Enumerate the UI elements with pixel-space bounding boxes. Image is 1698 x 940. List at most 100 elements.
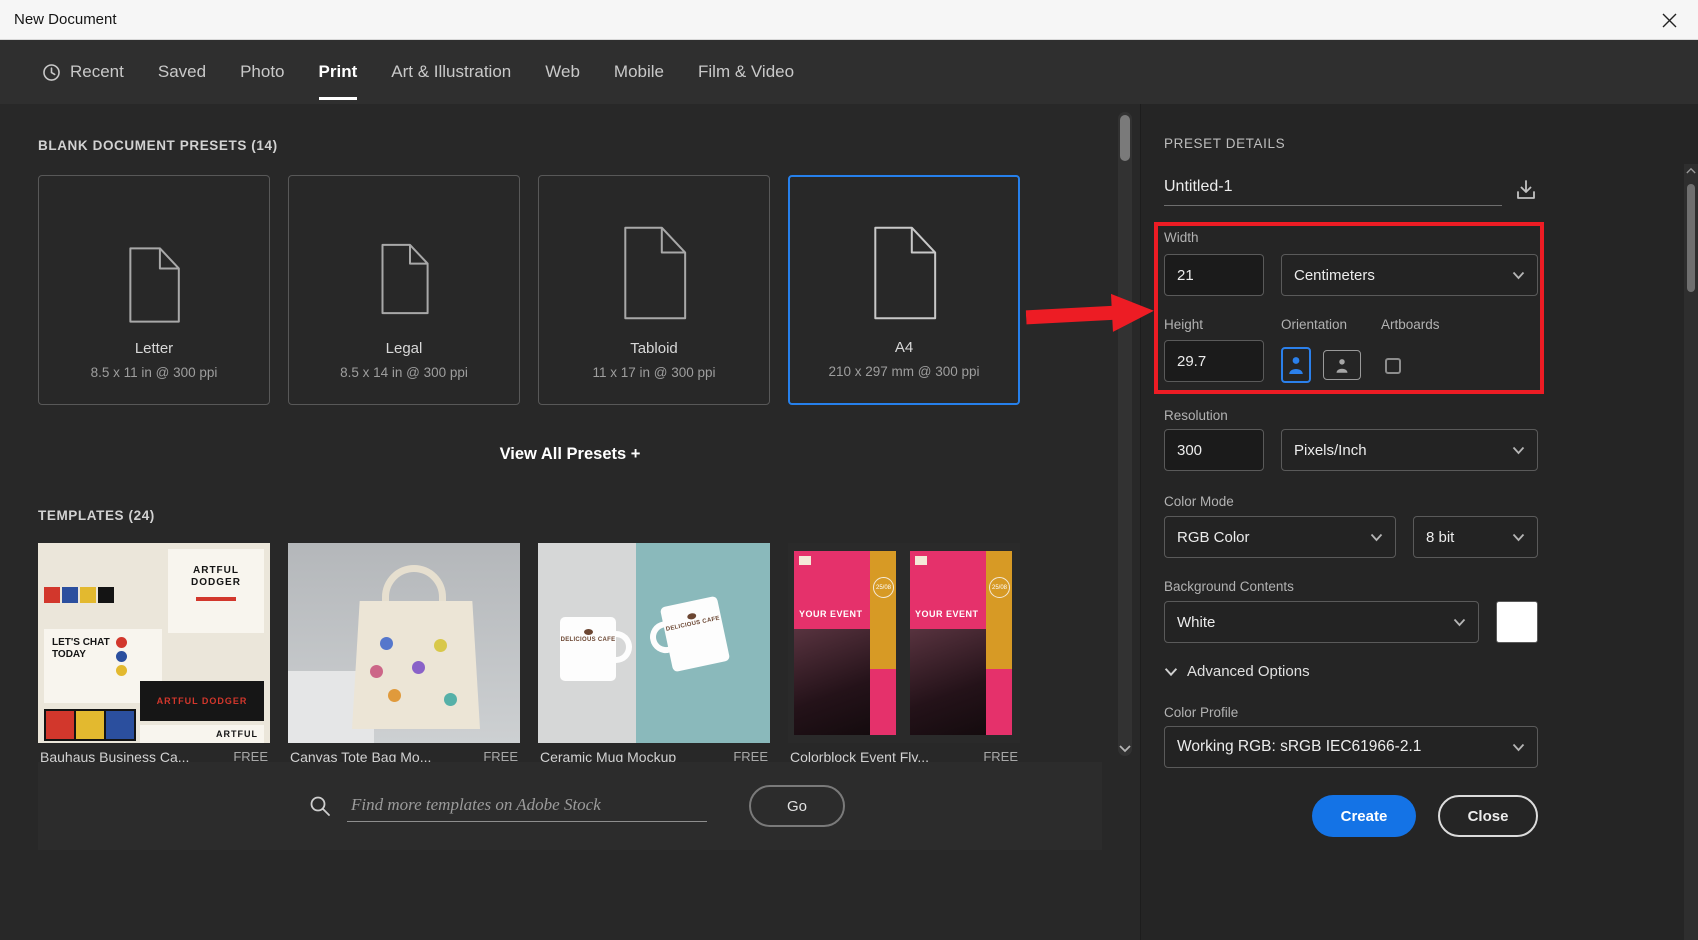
tab-saved[interactable]: Saved xyxy=(158,40,206,104)
background-contents-value: White xyxy=(1177,614,1215,631)
polka-dot xyxy=(444,693,457,706)
art-text: LET'S CHAT TODAY xyxy=(52,637,110,695)
orientation-label: Orientation xyxy=(1281,317,1347,332)
art-shape xyxy=(76,711,104,739)
tab-mobile[interactable]: Mobile xyxy=(614,40,664,104)
preset-card-legal[interactable]: Legal 8.5 x 14 in @ 300 ppi xyxy=(288,175,520,405)
width-input[interactable] xyxy=(1164,254,1264,296)
background-contents-label: Background Contents xyxy=(1164,579,1294,594)
orientation-landscape-button[interactable] xyxy=(1323,350,1361,380)
scrollbar-thumb[interactable] xyxy=(1120,115,1130,161)
mug-logo-art: DELICIOUS CAFE xyxy=(662,607,722,634)
content-scrollbar[interactable] xyxy=(1118,112,1132,756)
bit-depth-select[interactable]: 8 bit xyxy=(1413,516,1538,558)
art-shape xyxy=(46,711,74,739)
preset-name: Letter xyxy=(135,340,173,357)
preset-card-tabloid[interactable]: Tabloid 11 x 17 in @ 300 ppi xyxy=(538,175,770,405)
tab-film-video[interactable]: Film & Video xyxy=(698,40,794,104)
resolution-input[interactable] xyxy=(1164,429,1264,471)
scrollbar-thumb[interactable] xyxy=(1687,184,1695,292)
sidebar-scrollbar[interactable] xyxy=(1684,164,1698,940)
scroll-up-arrow[interactable] xyxy=(1684,167,1698,174)
template-card-bauhaus[interactable]: ARTFUL DODGER LET'S CHAT TODAY xyxy=(38,543,270,765)
template-thumbnail: 25/08 YOUR EVENT 25/08 YOUR EVENT xyxy=(788,543,1020,743)
preset-size: 8.5 x 11 in @ 300 ppi xyxy=(91,365,218,380)
color-profile-select[interactable]: Working RGB: sRGB IEC61966-2.1 xyxy=(1164,726,1538,768)
artboards-checkbox[interactable] xyxy=(1385,358,1401,374)
art-shape xyxy=(196,597,236,601)
close-button[interactable]: Close xyxy=(1438,795,1538,837)
preset-grid: Letter 8.5 x 11 in @ 300 ppi Legal 8.5 x… xyxy=(38,175,1020,405)
mug-logo-art: DELICIOUS CAFE xyxy=(560,629,616,644)
preset-size: 11 x 17 in @ 300 ppi xyxy=(592,365,715,380)
background-contents-select[interactable]: White xyxy=(1164,601,1479,643)
color-mode-select[interactable]: RGB Color xyxy=(1164,516,1396,558)
polka-dot xyxy=(434,639,447,652)
preset-card-a4-selected[interactable]: A4 210 x 297 mm @ 300 ppi xyxy=(788,175,1020,405)
polka-dot xyxy=(370,665,383,678)
width-unit-select[interactable]: Centimeters xyxy=(1281,254,1538,296)
resolution-label: Resolution xyxy=(1164,408,1228,423)
window-close-button[interactable] xyxy=(1648,0,1690,40)
color-profile-label: Color Profile xyxy=(1164,705,1238,720)
tab-recent[interactable]: Recent xyxy=(42,40,124,104)
art-text: ARTFUL xyxy=(216,729,258,739)
document-name-field[interactable]: Untitled-1 xyxy=(1164,166,1538,206)
go-button[interactable]: Go xyxy=(749,785,845,827)
preset-size: 210 x 297 mm @ 300 ppi xyxy=(828,364,979,379)
titlebar: New Document xyxy=(0,0,1698,40)
color-mode-value: RGB Color xyxy=(1177,529,1250,546)
tab-label: Web xyxy=(545,62,580,82)
height-label: Height xyxy=(1164,317,1203,332)
template-card-tote-bag[interactable]: Canvas Tote Bag Mo... FREE xyxy=(288,543,520,765)
save-preset-icon[interactable] xyxy=(1514,178,1538,202)
tab-label: Art & Illustration xyxy=(391,62,511,82)
resolution-unit-select[interactable]: Pixels/Inch xyxy=(1281,429,1538,471)
content-area: BLANK DOCUMENT PRESETS (14) Letter 8.5 x… xyxy=(0,104,1140,940)
art-shape xyxy=(870,551,896,669)
template-card-event-flyer[interactable]: 25/08 YOUR EVENT 25/08 YOUR EVENT Colorb… xyxy=(788,543,1020,765)
preset-name: A4 xyxy=(895,339,913,356)
scroll-down-arrow[interactable] xyxy=(1118,745,1132,753)
flyer-art: 25/08 YOUR EVENT xyxy=(794,551,896,735)
tab-label: Mobile xyxy=(614,62,664,82)
clock-icon xyxy=(42,63,61,82)
color-profile-value: Working RGB: sRGB IEC61966-2.1 xyxy=(1177,738,1421,756)
view-all-presets-link[interactable]: View All Presets + xyxy=(38,445,1102,464)
new-document-dialog: New Document Recent Saved Photo Print Ar… xyxy=(0,0,1698,940)
art-shape xyxy=(116,637,127,695)
close-icon xyxy=(1662,13,1677,28)
tab-photo[interactable]: Photo xyxy=(240,40,284,104)
polka-dot xyxy=(412,661,425,674)
art-shape xyxy=(106,711,134,739)
blank-presets-heading: BLANK DOCUMENT PRESETS (14) xyxy=(38,138,278,153)
window-title: New Document xyxy=(14,11,117,28)
coffee-mug-art: DELICIOUS CAFE xyxy=(660,596,730,673)
art-shape xyxy=(80,587,96,603)
document-name-value[interactable]: Untitled-1 xyxy=(1164,178,1502,206)
tab-art-illustration[interactable]: Art & Illustration xyxy=(391,40,511,104)
create-button[interactable]: Create xyxy=(1312,795,1416,837)
document-icon xyxy=(377,234,432,324)
height-input[interactable] xyxy=(1164,340,1264,382)
background-color-swatch[interactable] xyxy=(1496,601,1538,643)
chevron-down-icon xyxy=(1512,533,1525,542)
orientation-portrait-button[interactable] xyxy=(1281,347,1311,383)
business-card-art: ARTFUL DODGER xyxy=(168,549,264,633)
preset-name: Legal xyxy=(386,340,423,357)
tab-print[interactable]: Print xyxy=(319,40,358,104)
preset-card-letter[interactable]: Letter 8.5 x 11 in @ 300 ppi xyxy=(38,175,270,405)
preset-name: Tabloid xyxy=(630,340,678,357)
advanced-options-toggle[interactable]: Advanced Options xyxy=(1164,663,1310,680)
art-text: 25/08 xyxy=(873,577,894,598)
chevron-down-icon xyxy=(1119,745,1131,753)
width-unit-value: Centimeters xyxy=(1294,267,1375,284)
art-shape xyxy=(116,665,127,676)
art-shape xyxy=(116,651,127,662)
tab-label: Print xyxy=(319,62,358,82)
mondrian-art xyxy=(44,709,136,741)
stock-search-input[interactable] xyxy=(347,791,707,822)
template-card-mug[interactable]: DELICIOUS CAFE DELICIOUS CAFE Ceramic Mu… xyxy=(538,543,770,765)
art-shape xyxy=(98,587,114,603)
tab-web[interactable]: Web xyxy=(545,40,580,104)
